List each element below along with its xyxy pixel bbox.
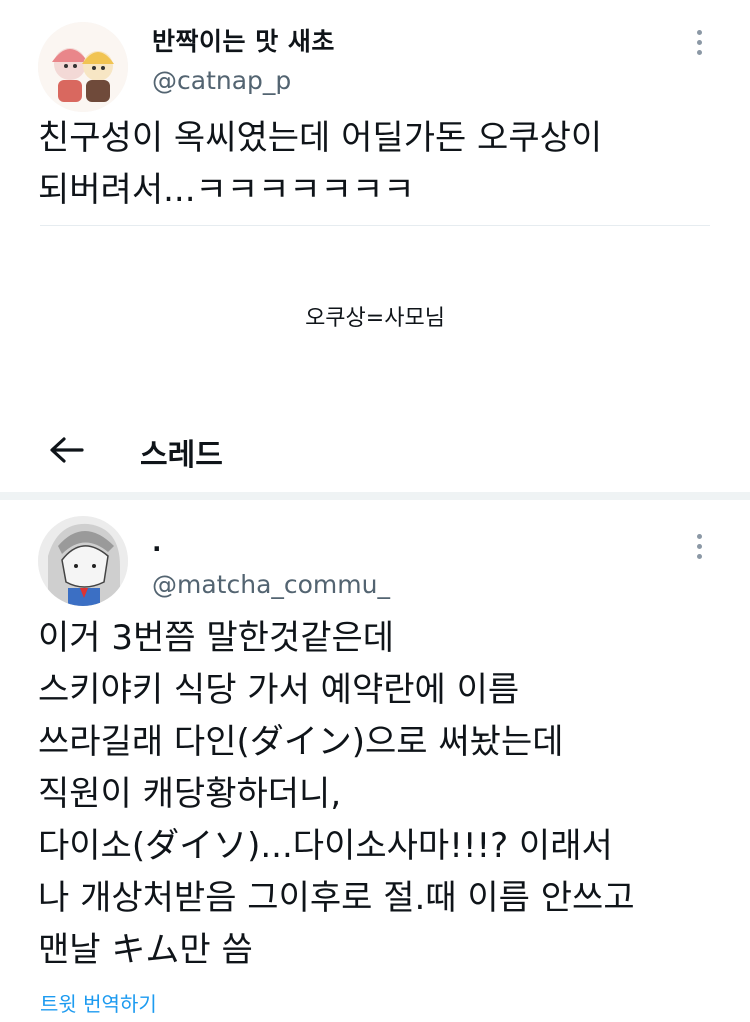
avatar-illustration-icon: [38, 516, 128, 606]
tweet-text: 친구성이 옥씨였는데 어딜가돈 오쿠상이 되버려서...ㅋㅋㅋㅋㅋㅋㅋ: [38, 118, 603, 210]
translate-tweet-link[interactable]: 트윗 번역하기: [40, 988, 157, 1017]
author-handle[interactable]: @catnap_p: [152, 66, 291, 95]
tweet-catnap: 반짝이는 맛 새초 @catnap_p 친구성이 옥씨였는데 어딜가돈 오쿠상이…: [0, 0, 750, 240]
back-arrow-icon[interactable]: [46, 432, 86, 468]
thread-header: 스레드: [0, 420, 750, 480]
avatar-illustration-icon: [38, 22, 128, 112]
avatar[interactable]: [38, 516, 128, 606]
caption-text: 오쿠상=사모님: [305, 306, 445, 331]
author-name[interactable]: .: [152, 528, 162, 557]
tweet-text: 이거 3번쯤 말한것같은데 스키야키 식당 가서 예약란에 이름 쓰라길래 다인…: [38, 618, 635, 970]
avatar[interactable]: [38, 22, 128, 112]
author-name[interactable]: 반짝이는 맛 새초: [152, 22, 335, 58]
page-title: 스레드: [140, 438, 223, 473]
card-divider: [40, 225, 710, 226]
more-options-icon[interactable]: [684, 528, 714, 564]
section-divider: [0, 492, 750, 500]
tweet-matcha: . @matcha_commu_ 이거 3번쯤 말한것같은데 스키야키 식당 가…: [0, 500, 750, 1022]
author-handle[interactable]: @matcha_commu_: [152, 570, 390, 599]
more-options-icon[interactable]: [684, 24, 714, 60]
